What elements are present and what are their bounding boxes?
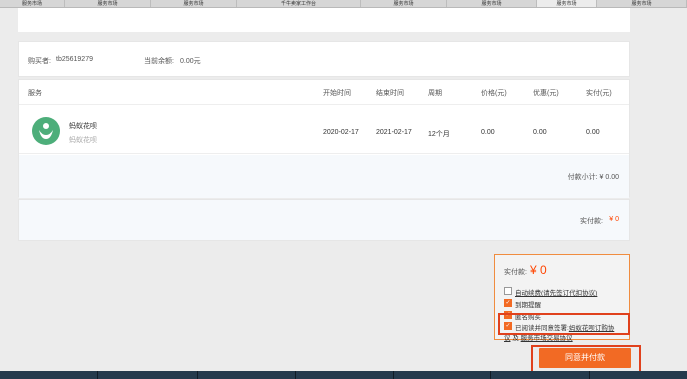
auto-renew-checkbox[interactable] <box>504 287 512 295</box>
subtotal-row: 付款小计: ¥ 0.00 <box>19 155 629 198</box>
expire-remind-checkbox[interactable]: ✓ <box>504 299 512 307</box>
service-paid: 0.00 <box>586 129 600 136</box>
taskbar-divider <box>295 371 296 379</box>
table-header: 服务 开始时间 结束时间 周期 价格(元) 优惠(元) 实付(元) <box>19 80 629 102</box>
browser-tab[interactable]: 服务市场 <box>0 0 65 7</box>
browser-tab[interactable]: 千牛卖家工作台 <box>237 0 361 7</box>
col-price: 价格(元) <box>481 90 507 97</box>
browser-tab[interactable]: 服务市场 <box>151 0 237 7</box>
service-table: 服务 开始时间 结束时间 周期 价格(元) 优惠(元) 实付(元) 蚂蚁花呗 蚂… <box>18 79 630 198</box>
payment-value: ¥ 0 <box>609 216 619 223</box>
col-period: 周期 <box>428 90 442 97</box>
service-subtitle: 蚂蚁花呗 <box>69 137 97 144</box>
payment-label: 实付款: <box>580 218 603 225</box>
service-period: 12个月 <box>428 131 450 138</box>
balance-value: 0.00元 <box>180 58 201 65</box>
service-discount: 0.00 <box>533 129 547 136</box>
table-row: 蚂蚁花呗 蚂蚁花呗 2020-02-17 2021-02-17 12个月 0.0… <box>19 104 629 154</box>
order-page: 购买者: tb25619279 当前余额: 0.00元 服务 开始时间 结束时间… <box>0 8 687 373</box>
confirm-total-value: ¥ 0 <box>529 263 547 277</box>
agree-highlight <box>498 313 630 335</box>
col-service: 服务 <box>28 90 42 97</box>
service-end: 2021-02-17 <box>376 129 412 136</box>
buyer-info: 购买者: tb25619279 当前余额: 0.00元 <box>18 41 630 77</box>
confirm-total-label: 实付款: <box>504 269 527 276</box>
taskbar <box>0 371 687 379</box>
browser-tab[interactable]: 服务市场 <box>361 0 447 7</box>
col-paid: 实付(元) <box>586 90 612 97</box>
buyer-name: tb25619279 <box>56 56 93 63</box>
taskbar-divider <box>197 371 198 379</box>
agree-and-pay-button[interactable]: 同意并付款 <box>539 348 631 368</box>
taskbar-divider <box>97 371 98 379</box>
expire-remind-label: 到期提醒 <box>515 302 541 309</box>
service-price: 0.00 <box>481 129 495 136</box>
browser-tab[interactable]: 服务市场 <box>65 0 151 7</box>
huabei-agreement-link-cont[interactable]: 议 <box>504 335 511 342</box>
col-discount: 优惠(元) <box>533 90 559 97</box>
service-name[interactable]: 蚂蚁花呗 <box>69 121 97 131</box>
browser-tab[interactable]: 服务市场 <box>447 0 537 7</box>
buyer-label: 购买者: <box>28 58 51 65</box>
previous-section <box>18 8 630 32</box>
col-start: 开始时间 <box>323 90 351 97</box>
ant-huabei-logo-icon <box>32 117 60 145</box>
browser-tab[interactable]: 服务市场 <box>597 0 687 7</box>
balance-label: 当前余额: <box>144 58 174 65</box>
subtotal-text: 付款小计: ¥ 0.00 <box>567 174 619 181</box>
payment-summary: 实付款: ¥ 0 <box>18 199 630 241</box>
market-agreement-link[interactable]: 服务市场交易协议 <box>521 335 573 342</box>
confirm-panel: 实付款: ¥ 0 自动续费(请先签订代扣协议) ✓ 到期提醒 ✓ 匿名购买 ✓ 已… <box>494 254 630 342</box>
taskbar-divider <box>393 371 394 379</box>
auto-renew-label[interactable]: 自动续费(请先签订代扣协议) <box>515 287 597 297</box>
col-end: 结束时间 <box>376 90 404 97</box>
confirm-total: 实付款: ¥ 0 <box>504 263 547 277</box>
service-start: 2020-02-17 <box>323 129 359 136</box>
taskbar-divider <box>589 371 590 379</box>
taskbar-divider <box>490 371 491 379</box>
agree-and: 及 <box>512 335 519 342</box>
browser-tab-bar: 服务市场 服务市场 服务市场 千牛卖家工作台 服务市场 服务市场 服务市场 服务… <box>0 0 687 8</box>
browser-tab-active[interactable]: 服务市场 <box>537 0 597 7</box>
